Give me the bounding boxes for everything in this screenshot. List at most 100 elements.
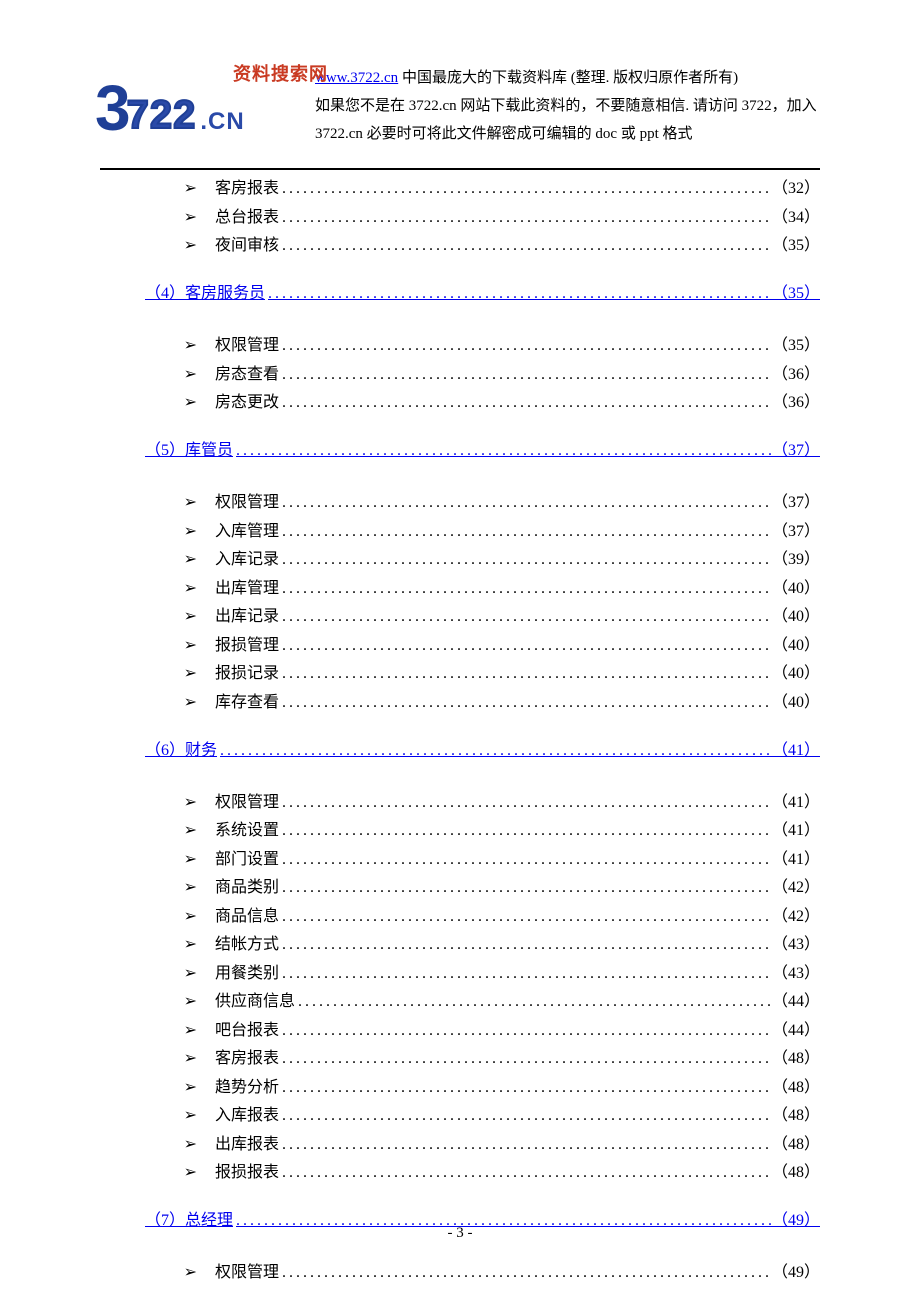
toc-leader-dots: ........................................… [279,1134,772,1156]
toc-item: ➢商品类别...................................… [100,877,820,899]
toc-label: 权限管理 [215,492,279,514]
toc-item: ➢用餐类别...................................… [100,963,820,985]
toc-page-number: （34） [772,207,820,229]
bullet-icon: ➢ [100,991,215,1013]
logo-suffix-cn: .CN [200,108,244,136]
toc-section-link[interactable]: （6）财务 ..................................… [100,740,820,762]
toc-page-number: （41） [772,849,820,871]
toc-page-number: （43） [772,934,820,956]
bullet-icon: ➢ [100,1105,215,1127]
toc-content: ➢ 客房报表 .................................… [100,178,820,1291]
toc-item: ➢报损记录...................................… [100,663,820,685]
toc-page-number: （40） [772,635,820,657]
toc-leader-dots: ........................................… [279,692,772,714]
toc-label: 商品信息 [215,906,279,928]
toc-page-number: （36） [772,364,820,386]
toc-leader-dots: ........................................… [279,235,772,257]
toc-page-number: （48） [772,1105,820,1127]
toc-page-number: （44） [772,991,820,1013]
toc-label: 出库报表 [215,1134,279,1156]
bullet-icon: ➢ [100,1134,215,1156]
bullet-icon: ➢ [100,1048,215,1070]
toc-leader-dots: ........................................… [279,934,772,956]
toc-label: 总台报表 [215,207,279,229]
bullet-icon: ➢ [100,663,215,685]
toc-label: 入库管理 [215,521,279,543]
bullet-icon: ➢ [100,635,215,657]
bullet-icon: ➢ [100,549,215,571]
toc-label: 结帐方式 [215,934,279,956]
header-line3: 3722.cn 必要时可将此文件解密成可编辑的 doc 或 ppt 格式 [315,120,820,148]
bullet-icon: ➢ [100,1077,215,1099]
toc-label: 报损管理 [215,635,279,657]
bullet-icon: ➢ [100,792,215,814]
toc-page-number: （37） [772,492,820,514]
bullet-icon: ➢ [100,364,215,386]
toc-leader-dots: ........................................… [279,521,772,543]
toc-leader-dots: ........................................… [265,283,772,305]
toc-leader-dots: ........................................… [279,1162,772,1184]
header-line1: 中国最庞大的下载资料库 (整理. 版权归原作者所有) [398,70,738,86]
bullet-icon: ➢ [100,178,215,200]
toc-page-number: （40） [772,692,820,714]
toc-item: ➢ 夜间审核 .................................… [100,235,820,257]
toc-item: ➢商品信息...................................… [100,906,820,928]
bullet-icon: ➢ [100,963,215,985]
toc-item: ➢入库报表...................................… [100,1105,820,1127]
toc-label: 房态更改 [215,392,279,414]
toc-leader-dots: ........................................… [279,906,772,928]
toc-label: 商品类别 [215,877,279,899]
bullet-icon: ➢ [100,492,215,514]
toc-item: ➢系统设置...................................… [100,820,820,842]
toc-label: 客房报表 [215,1048,279,1070]
toc-label: 权限管理 [215,335,279,357]
toc-section-link[interactable]: （4）客房服务员 ...............................… [100,283,820,305]
toc-page-number: （41） [772,740,820,762]
toc-leader-dots: ........................................… [279,492,772,514]
toc-label: 系统设置 [215,820,279,842]
toc-page-number: （36） [772,392,820,414]
toc-item: ➢吧台报表...................................… [100,1020,820,1042]
toc-leader-dots: ........................................… [279,1048,772,1070]
toc-leader-dots: ........................................… [279,849,772,871]
toc-label: 出库管理 [215,578,279,600]
bullet-icon: ➢ [100,849,215,871]
toc-item: ➢客房报表...................................… [100,1048,820,1070]
toc-page-number: （37） [772,440,820,462]
bullet-icon: ➢ [100,392,215,414]
toc-page-number: （42） [772,906,820,928]
toc-leader-dots: ........................................… [279,1077,772,1099]
bullet-icon: ➢ [100,1020,215,1042]
page-number-footer: - 3 - [0,1225,920,1242]
bullet-icon: ➢ [100,606,215,628]
toc-page-number: （49） [772,1262,820,1284]
toc-leader-dots: ........................................… [233,440,772,462]
toc-label: 部门设置 [215,849,279,871]
toc-section-link[interactable]: （5）库管员 .................................… [100,440,820,462]
toc-item: ➢ 客房报表 .................................… [100,178,820,200]
bullet-icon: ➢ [100,335,215,357]
bullet-icon: ➢ [100,207,215,229]
toc-leader-dots: ........................................… [279,178,772,200]
toc-page-number: （48） [772,1048,820,1070]
bullet-icon: ➢ [100,820,215,842]
toc-leader-dots: ........................................… [279,549,772,571]
toc-leader-dots: ........................................… [279,1105,772,1127]
toc-leader-dots: ........................................… [279,820,772,842]
toc-page-number: （41） [772,792,820,814]
toc-page-number: （41） [772,820,820,842]
toc-item: ➢权限管理...................................… [100,1262,820,1284]
toc-item: ➢出库记录...................................… [100,606,820,628]
toc-page-number: （44） [772,1020,820,1042]
toc-item: ➢趋势分析...................................… [100,1077,820,1099]
bullet-icon: ➢ [100,906,215,928]
toc-item: ➢报损管理...................................… [100,635,820,657]
toc-page-number: （39） [772,549,820,571]
toc-page-number: （40） [772,578,820,600]
toc-section-label: （5）库管员 [145,440,233,462]
toc-page-number: （37） [772,521,820,543]
toc-item: ➢结帐方式...................................… [100,934,820,956]
bullet-icon: ➢ [100,235,215,257]
bullet-icon: ➢ [100,934,215,956]
toc-leader-dots: ........................................… [279,207,772,229]
